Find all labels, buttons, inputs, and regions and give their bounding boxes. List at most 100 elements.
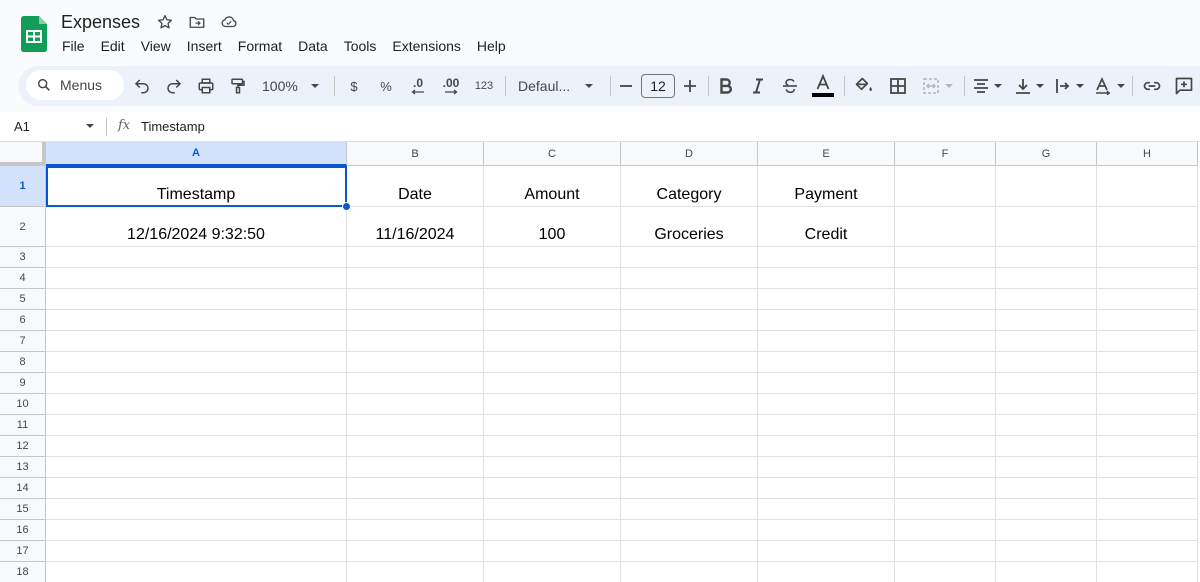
cell-e11[interactable] [758,415,895,436]
merge-cells-button[interactable] [918,70,958,102]
cell-g11[interactable] [996,415,1097,436]
document-title[interactable]: Expenses [61,12,140,33]
cell-g1[interactable] [996,166,1097,207]
format-percent-button[interactable]: % [374,70,398,102]
cell-a2[interactable]: 12/16/2024 9:32:50 [46,207,347,247]
column-header-g[interactable]: G [996,142,1097,166]
cell-f1[interactable] [895,166,996,207]
cell-h7[interactable] [1097,331,1198,352]
cell-a9[interactable] [46,373,347,394]
cell-a8[interactable] [46,352,347,373]
strikethrough-button[interactable] [778,70,802,102]
cell-h5[interactable] [1097,289,1198,310]
column-header-f[interactable]: F [895,142,996,166]
column-header-h[interactable]: H [1097,142,1198,166]
row-header-3[interactable]: 3 [0,247,46,268]
cell-h16[interactable] [1097,520,1198,541]
cell-b2[interactable]: 11/16/2024 [347,207,484,247]
cell-a13[interactable] [46,457,347,478]
undo-button[interactable] [130,70,154,102]
cell-b16[interactable] [347,520,484,541]
cell-h6[interactable] [1097,310,1198,331]
cell-h11[interactable] [1097,415,1198,436]
cell-h4[interactable] [1097,268,1198,289]
italic-button[interactable] [746,70,770,102]
cell-c3[interactable] [484,247,621,268]
horizontal-align-button[interactable] [970,70,1006,102]
cell-c14[interactable] [484,478,621,499]
text-rotation-button[interactable] [1092,70,1128,102]
cell-a16[interactable] [46,520,347,541]
cell-c8[interactable] [484,352,621,373]
paint-format-button[interactable] [226,70,250,102]
cell-b11[interactable] [347,415,484,436]
column-header-a[interactable]: A [46,142,347,166]
cell-g16[interactable] [996,520,1097,541]
menu-extensions[interactable]: Extensions [384,36,468,56]
more-formats-button[interactable]: 123 [470,70,498,102]
cell-d6[interactable] [621,310,758,331]
cell-d2[interactable]: Groceries [621,207,758,247]
cell-h14[interactable] [1097,478,1198,499]
insert-comment-button[interactable] [1172,70,1196,102]
row-header-16[interactable]: 16 [0,520,46,541]
cell-a12[interactable] [46,436,347,457]
row-header-8[interactable]: 8 [0,352,46,373]
cell-e13[interactable] [758,457,895,478]
cell-d10[interactable] [621,394,758,415]
cell-g2[interactable] [996,207,1097,247]
cell-b12[interactable] [347,436,484,457]
star-icon[interactable] [155,12,175,32]
cell-b7[interactable] [347,331,484,352]
cell-f6[interactable] [895,310,996,331]
menu-insert[interactable]: Insert [179,36,230,56]
borders-button[interactable] [886,70,910,102]
cell-h17[interactable] [1097,541,1198,562]
row-header-10[interactable]: 10 [0,394,46,415]
menu-format[interactable]: Format [230,36,290,56]
menu-edit[interactable]: Edit [93,36,133,56]
cell-g9[interactable] [996,373,1097,394]
cell-d9[interactable] [621,373,758,394]
cell-f4[interactable] [895,268,996,289]
cell-f13[interactable] [895,457,996,478]
cell-c11[interactable] [484,415,621,436]
chevron-down-icon[interactable] [85,121,95,131]
cell-f5[interactable] [895,289,996,310]
cell-e3[interactable] [758,247,895,268]
cell-g7[interactable] [996,331,1097,352]
cell-b18[interactable] [347,562,484,582]
cell-g15[interactable] [996,499,1097,520]
cell-e16[interactable] [758,520,895,541]
cell-h9[interactable] [1097,373,1198,394]
cell-a3[interactable] [46,247,347,268]
cell-a1[interactable]: Timestamp [46,166,347,207]
sheets-logo-icon[interactable] [21,16,47,52]
cell-a18[interactable] [46,562,347,582]
cell-d3[interactable] [621,247,758,268]
cell-h10[interactable] [1097,394,1198,415]
cell-e14[interactable] [758,478,895,499]
cloud-saved-icon[interactable] [219,12,239,32]
cell-g14[interactable] [996,478,1097,499]
cell-f15[interactable] [895,499,996,520]
cell-d11[interactable] [621,415,758,436]
cell-b1[interactable]: Date [347,166,484,207]
cell-e17[interactable] [758,541,895,562]
cell-c12[interactable] [484,436,621,457]
cell-h8[interactable] [1097,352,1198,373]
cell-b9[interactable] [347,373,484,394]
cell-f8[interactable] [895,352,996,373]
cell-b17[interactable] [347,541,484,562]
row-header-2[interactable]: 2 [0,207,46,247]
column-header-d[interactable]: D [621,142,758,166]
cell-f17[interactable] [895,541,996,562]
fill-color-button[interactable] [852,70,876,102]
cell-b13[interactable] [347,457,484,478]
cell-c5[interactable] [484,289,621,310]
cell-d12[interactable] [621,436,758,457]
cell-f3[interactable] [895,247,996,268]
cell-g4[interactable] [996,268,1097,289]
format-currency-button[interactable]: $ [342,70,366,102]
cell-b14[interactable] [347,478,484,499]
